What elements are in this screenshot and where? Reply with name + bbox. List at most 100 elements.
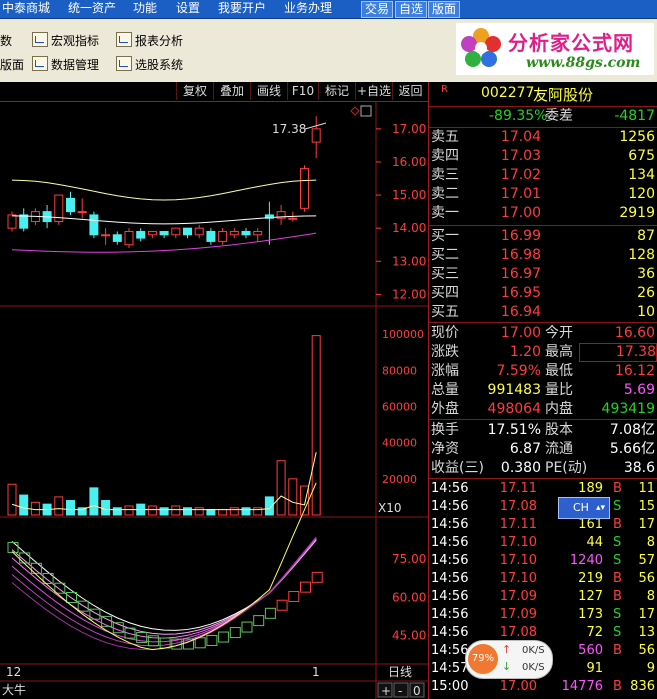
layout-button[interactable]: 版面: [428, 1, 461, 18]
watchlist-button[interactable]: 自选: [395, 1, 428, 18]
add-watch-button[interactable]: +自选: [355, 82, 392, 100]
volume-bar[interactable]: [19, 494, 29, 516]
candle-body[interactable]: [229, 230, 239, 236]
candle-body[interactable]: [253, 230, 263, 236]
period-label[interactable]: 日线: [388, 665, 412, 679]
trade-button[interactable]: 交易: [361, 1, 394, 18]
volume-bar[interactable]: [54, 496, 64, 516]
stat-value: 17.38: [579, 343, 657, 362]
tick-direction: S: [613, 499, 622, 514]
net-speed-widget[interactable]: 79% ↑ 0K/S ↓ 0K/S: [465, 640, 553, 679]
volume-bar[interactable]: [66, 500, 75, 516]
volume-bar[interactable]: [253, 507, 263, 516]
tick-volume: 127: [578, 589, 603, 604]
volume-bar[interactable]: [147, 505, 157, 516]
stock-title-bar[interactable]: R 002277 友阿股份: [429, 82, 657, 107]
volume-bar[interactable]: [101, 500, 111, 516]
stock-code: 002277: [481, 85, 535, 101]
tick-time: 14:56: [431, 607, 469, 622]
volume-bar[interactable]: [276, 460, 286, 516]
candle-body[interactable]: [147, 230, 157, 236]
expand-icon[interactable]: [360, 105, 372, 117]
candle-body[interactable]: [194, 227, 204, 236]
toolbar-item-data-manage[interactable]: 数据管理: [32, 56, 99, 74]
volume-bar[interactable]: [112, 507, 122, 516]
volume-bar[interactable]: [159, 507, 169, 516]
volume-bar[interactable]: [124, 505, 134, 516]
menu-item-settings[interactable]: 设置: [176, 0, 200, 18]
cpu-percent: 79%: [468, 644, 498, 674]
candle-body[interactable]: [19, 214, 29, 229]
weicha-label: 委差: [545, 108, 573, 124]
candle-body[interactable]: [159, 230, 169, 236]
candle-body[interactable]: [171, 227, 181, 236]
candle-body[interactable]: [183, 227, 192, 236]
volume-bar[interactable]: [288, 478, 298, 516]
stat-label: 涨幅: [431, 363, 459, 379]
price-axis-label: 14.00: [392, 221, 426, 235]
toolbar-item-report[interactable]: 报表分析: [116, 32, 183, 50]
price-axis-label: 15.00: [392, 188, 426, 202]
ch-dropdown[interactable]: CH ▴▾: [558, 497, 610, 519]
ask-volume: 675: [628, 148, 655, 164]
tick-volume: 173: [578, 607, 603, 622]
volume-bar[interactable]: [218, 509, 228, 516]
stat-value: 7.59%: [496, 363, 541, 379]
candle-body[interactable]: [288, 217, 298, 220]
toolbar-item-stock-picker[interactable]: 选股系统: [116, 56, 183, 74]
candle-body[interactable]: [7, 214, 17, 229]
volume-bar[interactable]: [30, 501, 40, 516]
toolbar-item-macro[interactable]: 宏观指标: [32, 32, 99, 50]
candle-body[interactable]: [311, 128, 321, 143]
tick-count: 56: [638, 643, 655, 658]
volume-bar[interactable]: [171, 505, 181, 516]
candle-body[interactable]: [136, 230, 146, 239]
tick-direction: B: [613, 517, 622, 532]
candle-body[interactable]: [112, 234, 122, 242]
candle-body[interactable]: [206, 230, 216, 242]
candle-body[interactable]: [241, 230, 251, 236]
zoom-in-label: +: [381, 684, 391, 698]
ask-label: 卖三: [431, 167, 459, 183]
ask-label: 卖二: [431, 186, 459, 202]
volume-bar[interactable]: [89, 487, 99, 516]
volume-bar[interactable]: [183, 507, 192, 516]
toolbar-item-layout[interactable]: 版面: [0, 56, 24, 74]
mark-button[interactable]: 标记: [318, 82, 355, 100]
menu-item-assets[interactable]: 统一资产: [68, 0, 116, 18]
stat-value: 38.6: [623, 460, 655, 476]
f10-button[interactable]: F10: [287, 82, 318, 100]
candle-body[interactable]: [66, 197, 75, 213]
volume-bar[interactable]: [7, 483, 17, 516]
overlay-button[interactable]: 叠加: [213, 82, 250, 100]
menu-item-business[interactable]: 业务办理: [284, 0, 332, 18]
volume-bar[interactable]: [194, 507, 204, 516]
volume-bar[interactable]: [241, 507, 251, 516]
indicator-axis-label: 45.00: [392, 629, 426, 643]
indicator-box: [241, 621, 253, 633]
kline-chart[interactable]: 17.00 16.00 15.00 14.00 13.00 12.00 100000 800…: [0, 101, 428, 699]
candle-body[interactable]: [89, 214, 99, 236]
restore-rights-button[interactable]: 复权: [176, 82, 213, 100]
menu-item-functions[interactable]: 功能: [133, 0, 157, 18]
spinner-icon: ▴▾: [595, 503, 605, 513]
toolbar-item-shu[interactable]: 数: [0, 32, 12, 50]
weicha-value: -4817: [614, 108, 655, 124]
back-button[interactable]: 返回: [392, 82, 428, 100]
volume-bar[interactable]: [206, 509, 216, 516]
menu-item-open-account[interactable]: 我要开户: [218, 0, 266, 18]
draw-line-button[interactable]: 画线: [250, 82, 287, 100]
volume-bar[interactable]: [229, 507, 239, 516]
stat-label: 股本: [545, 422, 573, 438]
volume-axis-label: 40000: [382, 437, 417, 450]
candle-body[interactable]: [124, 230, 134, 246]
candle-body[interactable]: [300, 168, 309, 209]
indicator-line: [11, 537, 317, 643]
candle-body[interactable]: [218, 230, 228, 242]
candle-body[interactable]: [77, 211, 87, 214]
menu-item-mall[interactable]: 中泰商城: [2, 0, 50, 18]
tick-count: 11: [638, 481, 655, 496]
tick-count: 17: [638, 517, 655, 532]
candle-body[interactable]: [101, 234, 111, 237]
upload-speed: 0K/S: [522, 645, 545, 656]
